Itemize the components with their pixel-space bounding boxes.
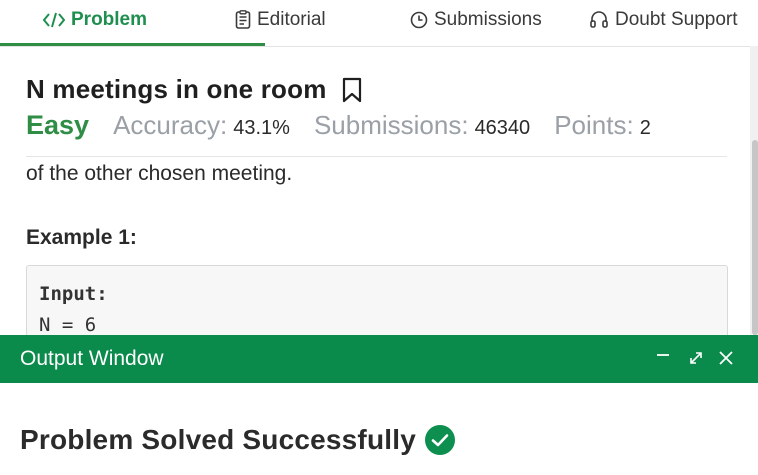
example-input-value: N = 6 [39, 314, 97, 336]
tab-doubt-support-label: Doubt Support [615, 9, 738, 30]
tab-editorial[interactable]: Editorial [235, 6, 326, 34]
clock-icon [410, 11, 428, 29]
expand-button[interactable] [683, 343, 709, 373]
close-icon [719, 351, 733, 365]
check-circle-icon [424, 424, 456, 456]
code-icon [43, 11, 65, 29]
points-label: Points: [554, 110, 634, 140]
result-row: Problem Solved Successfully [20, 424, 456, 456]
tab-editorial-label: Editorial [257, 9, 326, 30]
submissions-value: 46340 [474, 117, 531, 139]
document-icon [235, 10, 251, 30]
minimize-icon [657, 354, 669, 356]
output-window-header: Output Window [0, 335, 758, 383]
problem-header: N meetings in one room [26, 74, 363, 105]
bookmark-icon[interactable] [341, 77, 363, 103]
points-value: 2 [639, 117, 651, 139]
problem-title: N meetings in one room [26, 74, 327, 104]
accuracy-label: Accuracy: [113, 110, 228, 140]
headset-icon [589, 10, 609, 30]
tab-problem[interactable]: Problem [43, 6, 147, 34]
example-input-label: Input: [39, 283, 108, 305]
scrollbar-thumb[interactable] [752, 140, 758, 335]
tab-submissions-label: Submissions [434, 9, 542, 30]
tab-doubt-support[interactable]: Doubt Support [589, 6, 738, 34]
tabs-divider [0, 46, 758, 47]
result-message: Problem Solved Successfully [20, 424, 416, 455]
close-button[interactable] [713, 343, 739, 373]
submissions-label: Submissions: [313, 110, 469, 140]
problem-description: of the other chosen meeting. [26, 162, 293, 185]
example-title: Example 1: [26, 226, 137, 249]
accuracy-value: 43.1% [233, 117, 290, 139]
expand-icon [690, 352, 702, 364]
tab-problem-label: Problem [71, 9, 148, 30]
difficulty-badge: Easy [26, 110, 90, 140]
minimize-button[interactable] [650, 343, 676, 373]
output-window-title: Output Window [20, 347, 164, 370]
problem-tabs: Problem Editorial Submissions Doubt Supp… [0, 0, 758, 40]
tab-submissions[interactable]: Submissions [410, 6, 542, 34]
meta-divider [26, 156, 727, 157]
problem-meta: Easy Accuracy: 43.1% Submissions: 46340 … [26, 110, 675, 141]
